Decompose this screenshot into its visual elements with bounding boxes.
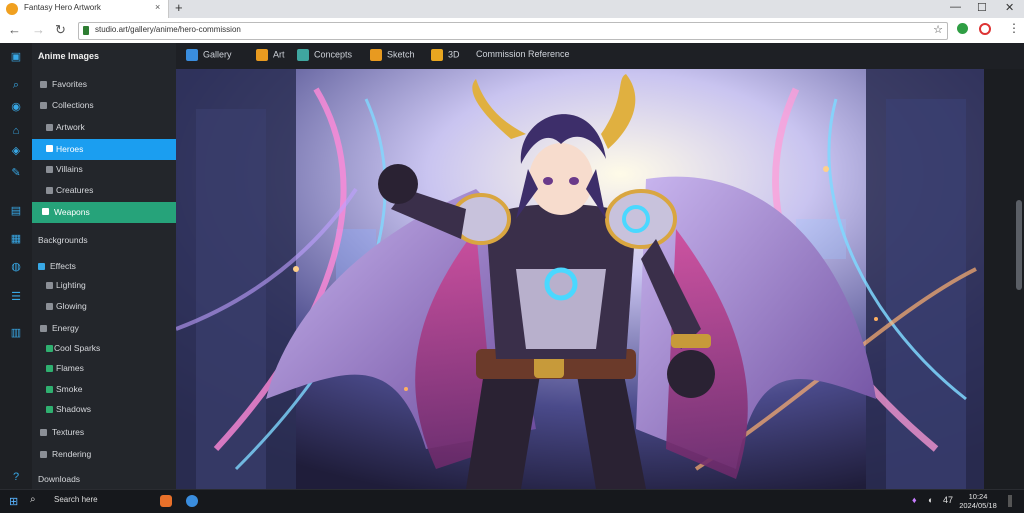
- sidebar-item[interactable]: Collections: [32, 96, 176, 115]
- vertical-scrollbar[interactable]: [1016, 200, 1022, 290]
- folder-bullet-icon: [46, 124, 53, 131]
- sidebar-item-weapons[interactable]: Weapons: [32, 202, 176, 223]
- browser-tab[interactable]: Fantasy Hero Artwork ×: [0, 0, 169, 18]
- extension-icon[interactable]: [957, 23, 968, 34]
- folder-bullet-icon: [38, 263, 45, 270]
- globe-icon[interactable]: ◍: [10, 261, 22, 273]
- house-icon[interactable]: ⌂: [10, 125, 22, 137]
- hero-illustration: [176, 69, 984, 489]
- bookmark-icon: [186, 49, 198, 61]
- tab-title: Fantasy Hero Artwork: [24, 3, 101, 12]
- reload-icon[interactable]: ↻: [55, 22, 66, 38]
- sidebar-item[interactable]: Glowing: [32, 297, 176, 316]
- taskbar: ⊞ ⌕ Search here ♦ ◐ 47 10:24 2024/05/18: [0, 489, 1024, 513]
- bookmark-icon: [256, 49, 268, 61]
- brush-icon[interactable]: ✎: [10, 167, 22, 179]
- folder-bullet-icon: [40, 451, 47, 458]
- sidebar-item[interactable]: Flames: [32, 359, 176, 378]
- bookmark-item[interactable]: Art: [256, 49, 285, 63]
- bookmark-item[interactable]: Concepts: [297, 49, 352, 63]
- sidebar-item[interactable]: Shadows: [32, 400, 176, 419]
- back-arrow-icon[interactable]: ←: [8, 22, 21, 37]
- close-window-button[interactable]: ✕: [1005, 1, 1014, 14]
- folder-bullet-icon: [46, 282, 53, 289]
- sidebar-section[interactable]: Effects: [32, 257, 176, 276]
- folder-bullet-icon: [46, 345, 53, 352]
- taskbar-clock[interactable]: 10:24 2024/05/18: [958, 492, 998, 510]
- sidebar-section[interactable]: Downloads: [32, 470, 176, 489]
- folder-icon[interactable]: ▥: [10, 327, 22, 339]
- new-tab-button[interactable]: +: [175, 0, 183, 15]
- folder-bullet-icon: [40, 81, 47, 88]
- clock-time: 10:24: [968, 492, 988, 501]
- folder-bullet-icon: [46, 386, 53, 393]
- tab-close-button[interactable]: ×: [155, 2, 160, 12]
- folder-bullet-icon: [46, 365, 53, 372]
- volume-icon[interactable]: ◐: [928, 495, 933, 505]
- sidebar-item[interactable]: Villains: [32, 160, 176, 179]
- tray-label: 47: [943, 495, 954, 505]
- tag-icon[interactable]: ◈: [10, 145, 22, 157]
- profile-icon[interactable]: [979, 23, 991, 35]
- sidebar-item[interactable]: Creatures: [32, 181, 176, 200]
- bookmark-item[interactable]: 3D: [431, 49, 460, 63]
- icon-rail: ▣ ⌕ ◉ ⌂ ◈ ✎ ▤ ▦ ◍ ☰ ▥ ?: [0, 43, 32, 489]
- sidebar-item[interactable]: Cool Sparks: [32, 339, 176, 358]
- sidebar: Anime Images Favorites Collections Artwo…: [32, 43, 176, 489]
- bookmarks-bar: Gallery Art Concepts Sketch 3D Commissio…: [176, 43, 1024, 70]
- address-bar[interactable]: studio.art/gallery/anime/hero-commission…: [78, 22, 948, 40]
- bookmark-item[interactable]: Gallery: [186, 49, 232, 63]
- sidebar-item[interactable]: Energy: [32, 319, 176, 338]
- help-icon[interactable]: ?: [10, 471, 22, 483]
- show-desktop-button[interactable]: [1008, 495, 1012, 507]
- folder-bullet-icon: [46, 187, 53, 194]
- sidebar-item[interactable]: Lighting: [32, 276, 176, 295]
- secure-lock-icon: [83, 26, 89, 35]
- images-icon[interactable]: ▤: [10, 205, 22, 217]
- artwork-image: [176, 69, 984, 489]
- tab-strip: Fantasy Hero Artwork × + — ☐ ✕: [0, 0, 1024, 18]
- maximize-button[interactable]: ☐: [977, 1, 987, 14]
- forward-arrow-icon[interactable]: →: [32, 22, 45, 37]
- search-icon[interactable]: ⌕: [10, 79, 22, 91]
- bookmark-icon: [370, 49, 382, 61]
- explore-icon[interactable]: ◉: [10, 101, 22, 113]
- folder-bullet-icon: [42, 208, 49, 215]
- folder-bullet-icon: [40, 102, 47, 109]
- clock-date: 2024/05/18: [959, 501, 997, 510]
- bookmark-item[interactable]: Sketch: [370, 49, 415, 63]
- address-url[interactable]: studio.art/gallery/anime/hero-commission: [95, 25, 241, 34]
- folder-bullet-icon: [40, 325, 47, 332]
- folder-bullet-icon: [46, 303, 53, 310]
- bookmark-icon: [431, 49, 443, 61]
- search-icon[interactable]: ⌕: [30, 494, 36, 505]
- browser-app-icon[interactable]: [186, 495, 198, 507]
- bookmark-star-icon[interactable]: ☆: [933, 23, 943, 36]
- sidebar-item-heroes[interactable]: Heroes: [32, 139, 176, 160]
- sidebar-item[interactable]: Artwork: [32, 118, 176, 137]
- browser-menu-icon[interactable]: ⋮: [1008, 21, 1020, 35]
- gallery-icon[interactable]: ▦: [10, 233, 22, 245]
- home-icon[interactable]: ▣: [10, 51, 22, 63]
- sidebar-item[interactable]: Smoke: [32, 380, 176, 399]
- list-icon[interactable]: ☰: [10, 291, 22, 303]
- taskbar-search-label[interactable]: Search here: [54, 495, 98, 504]
- sidebar-title: Anime Images: [38, 51, 100, 61]
- folder-bullet-icon: [46, 145, 53, 152]
- network-icon[interactable]: ♦: [912, 495, 917, 505]
- sidebar-section[interactable]: Backgrounds: [32, 231, 176, 250]
- sidebar-item[interactable]: Textures: [32, 423, 176, 442]
- bookmark-item[interactable]: Commission Reference: [476, 49, 570, 63]
- minimize-button[interactable]: —: [950, 1, 961, 13]
- sidebar-item[interactable]: Rendering: [32, 445, 176, 464]
- tab-favicon-icon: [6, 3, 18, 15]
- folder-bullet-icon: [40, 429, 47, 436]
- folder-bullet-icon: [46, 406, 53, 413]
- folder-bullet-icon: [46, 166, 53, 173]
- app-icon[interactable]: [160, 495, 172, 507]
- sidebar-item[interactable]: Favorites: [32, 75, 176, 94]
- bookmark-icon: [297, 49, 309, 61]
- address-toolbar: ← → ↻ studio.art/gallery/anime/hero-comm…: [0, 18, 1024, 44]
- start-menu-icon[interactable]: ⊞: [9, 495, 18, 508]
